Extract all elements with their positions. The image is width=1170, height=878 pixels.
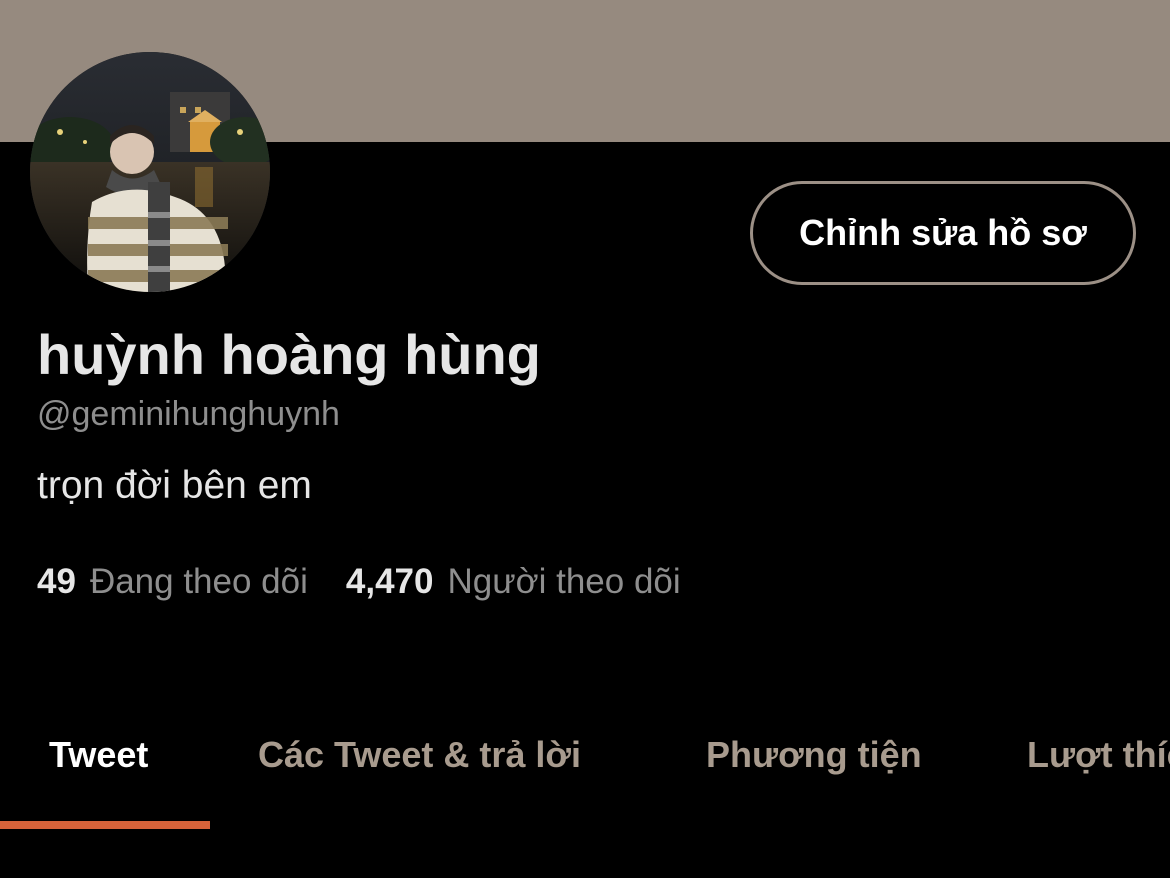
followers-label: Người theo dõi <box>447 562 681 601</box>
tab-tweets[interactable]: Tweet <box>49 734 148 776</box>
following-link[interactable]: 49 Đang theo dõi <box>37 562 308 602</box>
user-handle: @geminihunghuynh <box>37 395 340 433</box>
profile-stats: 49 Đang theo dõi 4,470 Người theo dõi <box>37 562 681 602</box>
active-tab-indicator <box>0 821 210 829</box>
profile-bio: trọn đời bên em <box>37 464 312 507</box>
following-label: Đang theo dõi <box>89 562 308 601</box>
tab-media[interactable]: Phương tiện <box>706 734 922 776</box>
following-count: 49 <box>37 562 76 601</box>
avatar[interactable] <box>30 52 270 292</box>
display-name: huỳnh hoàng hùng <box>37 323 541 386</box>
edit-profile-button[interactable]: Chỉnh sửa hồ sơ <box>750 181 1136 285</box>
followers-count: 4,470 <box>345 562 434 601</box>
profile-tabs: Tweet Các Tweet & trả lời Phương tiện Lư… <box>0 700 1170 830</box>
tab-tweets-and-replies[interactable]: Các Tweet & trả lời <box>258 734 581 776</box>
tab-likes[interactable]: Lượt thích <box>1027 734 1170 776</box>
followers-link[interactable]: 4,470 Người theo dõi <box>346 562 681 602</box>
avatar-photo <box>30 52 270 292</box>
profile-page: Chỉnh sửa hồ sơ huỳnh hoàng hùng @gemini… <box>0 0 1170 878</box>
